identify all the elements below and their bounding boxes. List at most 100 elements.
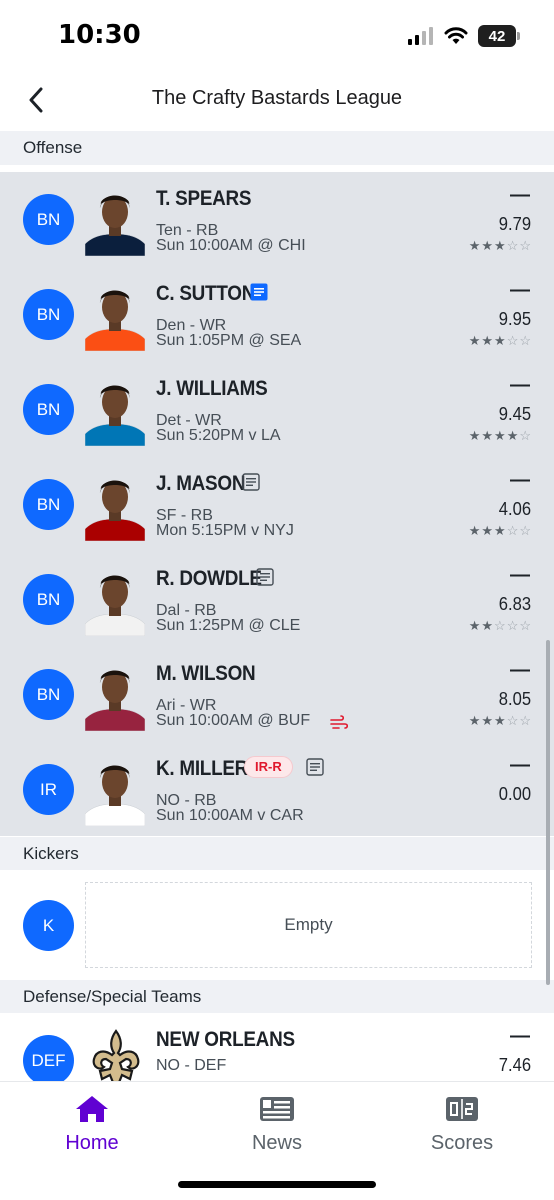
player-headshot [85, 564, 145, 636]
tab-home[interactable]: Home [12, 1094, 172, 1164]
star-filled-icon: ★ [481, 523, 495, 538]
battery-icon: 42 [478, 25, 520, 47]
tab-home-label: Home [65, 1132, 119, 1154]
player-game-time: Sun 10:00AM @ BUF [156, 712, 311, 729]
star-filled-icon: ★ [468, 713, 482, 728]
player-name[interactable]: C. SUTTON [156, 282, 255, 306]
status-icons: 42 [408, 24, 520, 48]
player-headshot [85, 659, 145, 731]
saints-logo-icon [92, 1029, 140, 1083]
player-rating-stars: ★★★☆☆ [469, 333, 532, 349]
player-points: 6.83 [498, 594, 531, 614]
player-points: 9.95 [498, 309, 531, 329]
star-filled-icon: ★ [481, 428, 495, 443]
status-bar: 10:30 42 [0, 0, 554, 70]
defense-name[interactable]: NEW ORLEANS [156, 1028, 295, 1052]
star-empty-icon: ☆ [506, 523, 520, 538]
tab-scores[interactable]: Scores [382, 1094, 542, 1164]
player-row[interactable]: BN J. WILLIAMS Det - WR Sun 5:20PM v LA —9.4… [0, 362, 554, 457]
empty-kicker-slot[interactable]: Empty [85, 882, 532, 968]
status-time: 10:30 [58, 20, 141, 50]
star-filled-icon: ★ [481, 713, 495, 728]
defense-row[interactable]: DEF NEW ORLEANS NO - DEF — 7.46 [0, 1013, 554, 1083]
defense-proj: — [510, 1025, 530, 1047]
note-icon[interactable] [306, 758, 324, 776]
slot-badge-k[interactable]: K [23, 900, 74, 951]
player-headshot [85, 374, 145, 446]
slot-badge[interactable]: IR [23, 764, 74, 815]
star-empty-icon: ☆ [506, 618, 520, 633]
home-indicator [178, 1181, 376, 1188]
player-row[interactable]: BN R. DOWDLE Dal - RB Sun 1:25PM @ CLE —6.83… [0, 552, 554, 647]
wifi-icon [444, 27, 468, 44]
player-projection: — [510, 754, 530, 776]
player-rating-stars: ★★★☆☆ [469, 238, 532, 254]
player-headshot [85, 184, 145, 256]
nav-header: The Crafty Bastards League [0, 70, 554, 130]
player-name[interactable]: J. WILLIAMS [156, 377, 268, 401]
kicker-row[interactable]: K Empty [0, 870, 554, 980]
player-row[interactable]: BN T. SPEARS Ten - RB Sun 10:00AM @ CHI —9.7… [0, 172, 554, 267]
new-note-icon[interactable] [250, 283, 268, 301]
defense-team: NO - DEF [156, 1057, 227, 1074]
player-name[interactable]: M. WILSON [156, 662, 256, 686]
tab-scores-label: Scores [430, 1132, 494, 1154]
star-filled-icon: ★ [481, 618, 495, 633]
injury-tag: IR-R [244, 756, 293, 778]
news-icon [260, 1097, 294, 1121]
player-name[interactable]: K. MILLER [156, 757, 248, 781]
section-header-offense: Offense [0, 131, 554, 165]
star-empty-icon: ☆ [519, 618, 532, 633]
player-row[interactable]: IR K. MILLER IR-R NO - RB Sun 10:00AM v CAR —… [0, 742, 554, 837]
tab-news-label: News [251, 1132, 302, 1154]
section-header-defense: Defense/Special Teams [0, 980, 554, 1014]
star-filled-icon: ★ [494, 523, 507, 538]
note-icon[interactable] [242, 473, 260, 491]
player-headshot [85, 279, 145, 351]
player-name[interactable]: T. SPEARS [156, 187, 252, 211]
section-header-kickers: Kickers [0, 837, 554, 871]
tab-news[interactable]: News [197, 1094, 357, 1164]
player-projection: — [510, 184, 530, 206]
player-row[interactable]: BN J. MASON SF - RB Mon 5:15PM v NYJ —4.06 ★★… [0, 457, 554, 552]
player-name[interactable]: J. MASON [156, 472, 245, 496]
player-projection: — [510, 659, 530, 681]
player-game-time: Sun 1:25PM @ CLE [156, 617, 301, 634]
star-empty-icon: ☆ [519, 333, 532, 348]
player-points: 0.00 [498, 784, 531, 804]
player-game-time: Mon 5:15PM v NYJ [156, 522, 294, 539]
signal-icon [408, 27, 433, 45]
page-title: The Crafty Bastards League [151, 87, 403, 109]
slot-badge[interactable]: BN [23, 289, 74, 340]
wind-icon[interactable] [330, 715, 348, 731]
slot-badge[interactable]: BN [23, 194, 74, 245]
star-filled-icon: ★ [494, 238, 507, 253]
star-empty-icon: ☆ [519, 713, 532, 728]
player-game-time: Sun 1:05PM @ SEA [156, 332, 302, 349]
player-rating-stars: ★★★☆☆ [469, 713, 532, 729]
slot-badge-def[interactable]: DEF [23, 1035, 74, 1083]
star-filled-icon: ★ [494, 428, 507, 443]
player-name[interactable]: R. DOWDLE [156, 567, 262, 591]
player-points: 8.05 [498, 689, 531, 709]
defense-points: 7.46 [498, 1055, 531, 1075]
star-filled-icon: ★ [468, 238, 482, 253]
player-row[interactable]: BN M. WILSON Ari - WR Sun 10:00AM @ BUF —8.0… [0, 647, 554, 742]
slot-badge[interactable]: BN [23, 574, 74, 625]
slot-badge[interactable]: BN [23, 669, 74, 720]
scrollbar[interactable] [546, 640, 550, 985]
star-filled-icon: ★ [494, 333, 507, 348]
player-points: 9.45 [498, 404, 531, 424]
slot-badge[interactable]: BN [23, 479, 74, 530]
player-points: 9.79 [498, 214, 531, 234]
star-filled-icon: ★ [494, 713, 507, 728]
slot-badge[interactable]: BN [23, 384, 74, 435]
player-game-time: Sun 5:20PM v LA [156, 427, 281, 444]
note-icon[interactable] [256, 568, 274, 586]
player-game-time: Sun 10:00AM @ CHI [156, 237, 306, 254]
player-projection: — [510, 374, 530, 396]
player-game-time: Sun 10:00AM v CAR [156, 807, 304, 824]
player-row[interactable]: BN C. SUTTON Den - WR Sun 1:05PM @ SEA —9.95… [0, 267, 554, 362]
star-filled-icon: ★ [481, 333, 495, 348]
player-rating-stars: ★★★☆☆ [469, 523, 532, 539]
